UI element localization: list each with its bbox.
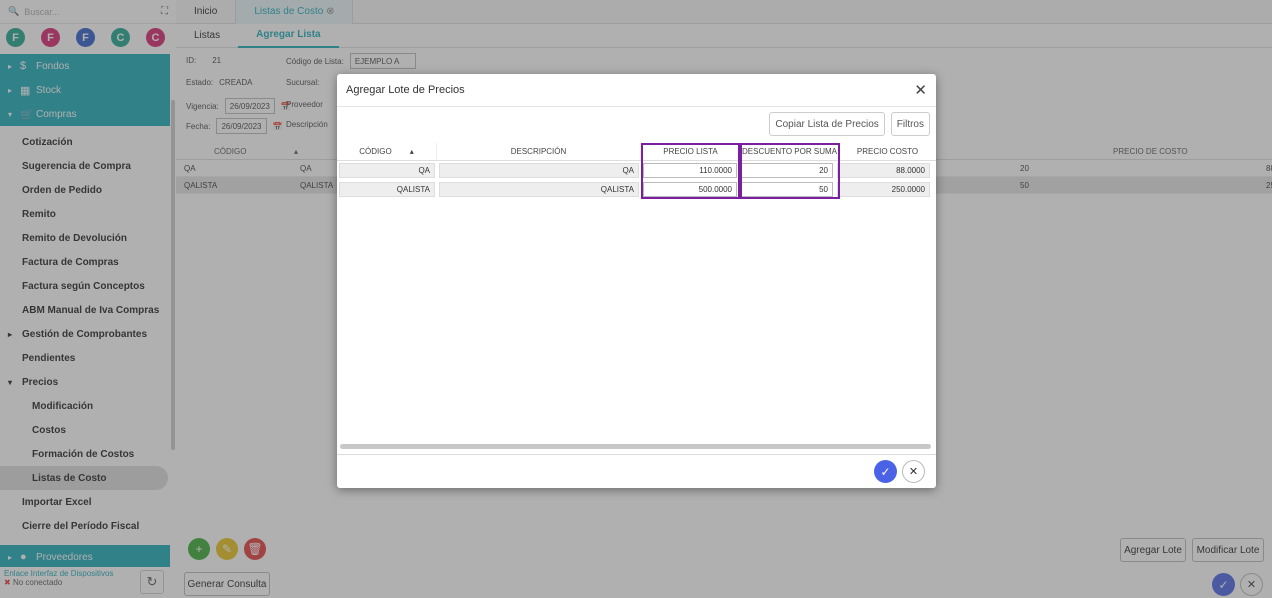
cell-codigo: QALISTA [339,182,435,197]
sort-up-icon: ▴ [409,147,414,156]
col-precio-costo[interactable]: PRECIO COSTO [839,143,936,160]
lot-price-modal: Agregar Lote de Precios ✕ Copiar Lista d… [337,74,936,488]
filtros-button[interactable]: Filtros [890,112,930,136]
close-icon: ✕ [908,466,919,478]
modal-cancel-button[interactable]: ✕ [902,460,925,483]
modal-confirm-button[interactable]: ✓ [874,460,897,483]
cell-descripcion: QALISTA [439,182,639,197]
highlight-precio-lista [641,143,740,199]
cell-descripcion: QA [439,163,639,178]
cell-codigo: QA [339,163,435,178]
col-codigo[interactable]: CÓDIGO ▴ [337,143,437,160]
table-row[interactable]: QA QA 110.0000 20 88.0000 [337,161,936,180]
col-descripcion[interactable]: DESCRIPCIÓN [437,143,641,160]
cell-precio-costo: 250.0000 [837,182,930,197]
cell-precio-costo: 88.0000 [837,163,930,178]
check-icon: ✓ [880,464,891,479]
modal-title: Agregar Lote de Precios [346,84,465,96]
close-icon[interactable]: ✕ [914,81,927,99]
highlight-descuento [740,143,840,199]
modal-footer: ✓ ✕ [337,454,936,488]
modal-table: CÓDIGO ▴ DESCRIPCIÓN PRECIO LISTA DESCUEN… [337,143,936,199]
copiar-lista-button[interactable]: Copiar Lista de Precios [769,112,885,136]
modal-table-header: CÓDIGO ▴ DESCRIPCIÓN PRECIO LISTA DESCUEN… [337,143,936,161]
col-label: CÓDIGO [359,147,392,156]
modal-header: Agregar Lote de Precios ✕ [337,74,936,107]
modal-toolbar: Copiar Lista de Precios Filtros [769,112,930,136]
table-row[interactable]: QALISTA QALISTA 500.0000 50 250.0000 [337,180,936,199]
horizontal-scrollbar[interactable] [340,444,931,449]
